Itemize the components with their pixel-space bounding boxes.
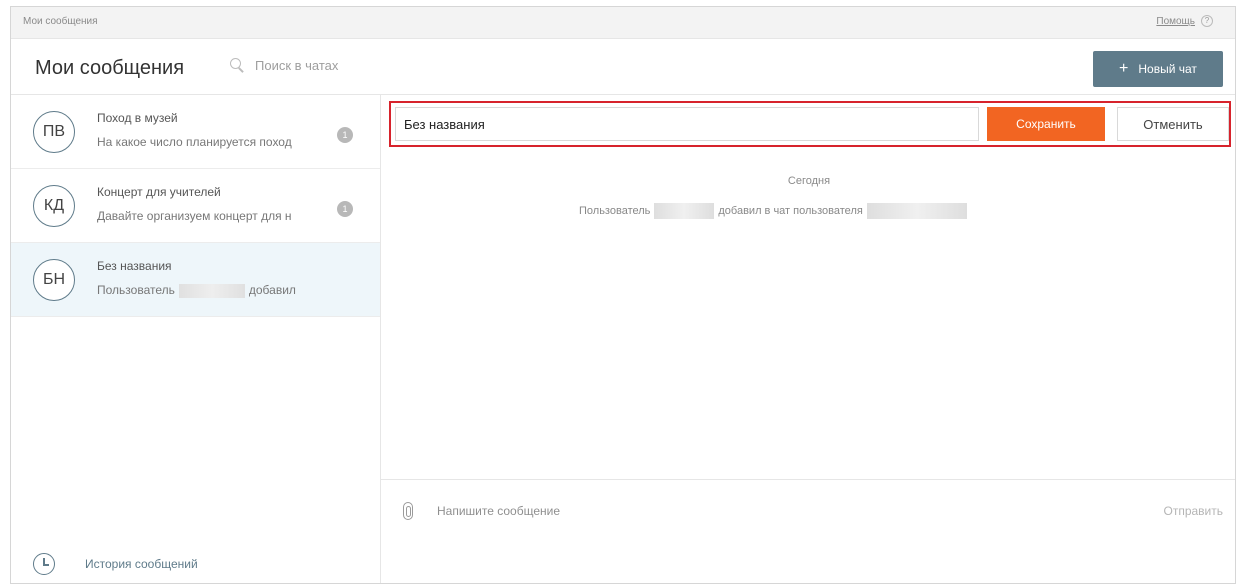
date-separator: Сегодня: [787, 175, 831, 187]
avatar: БН: [33, 259, 75, 301]
history-label: История сообщений: [85, 557, 198, 571]
help-icon[interactable]: ?: [1201, 15, 1213, 27]
chat-search: [229, 57, 395, 73]
message-history-link[interactable]: История сообщений: [33, 553, 198, 575]
chat-panel: Сохранить Отменить Сегодня Пользователь …: [381, 95, 1235, 583]
help-area: Помощь ?: [1156, 15, 1213, 27]
chat-name: Концерт для учителей: [97, 185, 221, 199]
plus-icon: +: [1119, 60, 1129, 77]
chat-item-concert[interactable]: КД Концерт для учителей Давайте организу…: [11, 169, 380, 243]
chat-item-untitled[interactable]: БН Без названия Пользователь добавил: [11, 243, 380, 317]
page-title: Мои сообщения: [35, 57, 185, 79]
chat-item-museum[interactable]: ПВ Поход в музей На какое число планируе…: [11, 95, 380, 169]
message-input[interactable]: [437, 498, 1037, 524]
top-bar: Мои сообщения Помощь ?: [11, 7, 1235, 39]
new-chat-button[interactable]: + Новый чат: [1093, 51, 1223, 87]
page-header: Мои сообщения + Новый чат: [11, 39, 1235, 95]
message-composer: Отправить: [381, 479, 1235, 583]
chat-preview: Пользователь добавил: [97, 283, 341, 298]
search-input[interactable]: [255, 57, 395, 73]
save-button[interactable]: Сохранить: [987, 107, 1105, 141]
send-button[interactable]: Отправить: [1163, 504, 1223, 518]
chat-name: Без названия: [97, 259, 172, 273]
redacted-username: [178, 283, 245, 298]
chat-name-input[interactable]: [395, 107, 979, 141]
history-clock-icon: [33, 553, 55, 575]
avatar: КД: [33, 185, 75, 227]
system-message-part1: Пользователь: [579, 205, 651, 217]
chat-list-sidebar: ПВ Поход в музей На какое число планируе…: [11, 95, 381, 583]
redacted-username: [654, 203, 715, 219]
chat-preview: Давайте организуем концерт для н: [97, 209, 292, 223]
messages-window: Мои сообщения Помощь ? Мои сообщения + Н…: [10, 6, 1236, 584]
system-message-part2: добавил в чат пользователя: [718, 205, 863, 217]
rename-chat-bar: Сохранить Отменить: [389, 101, 1231, 147]
redacted-username: [866, 203, 967, 219]
preview-start: Пользователь: [97, 283, 175, 297]
avatar: ПВ: [33, 111, 75, 153]
paperclip-icon[interactable]: [403, 502, 413, 520]
preview-end: добавил: [248, 283, 296, 297]
unread-badge: 1: [337, 127, 353, 143]
cancel-button[interactable]: Отменить: [1117, 107, 1229, 141]
help-link[interactable]: Помощь: [1156, 16, 1195, 27]
unread-badge: 1: [337, 201, 353, 217]
system-message: Пользователь добавил в чат пользователя: [579, 203, 971, 219]
breadcrumb: Мои сообщения: [23, 16, 98, 27]
chat-preview: На какое число планируется поход: [97, 135, 292, 149]
chat-name: Поход в музей: [97, 111, 178, 125]
search-icon: [229, 57, 245, 73]
new-chat-label: Новый чат: [1138, 62, 1197, 76]
